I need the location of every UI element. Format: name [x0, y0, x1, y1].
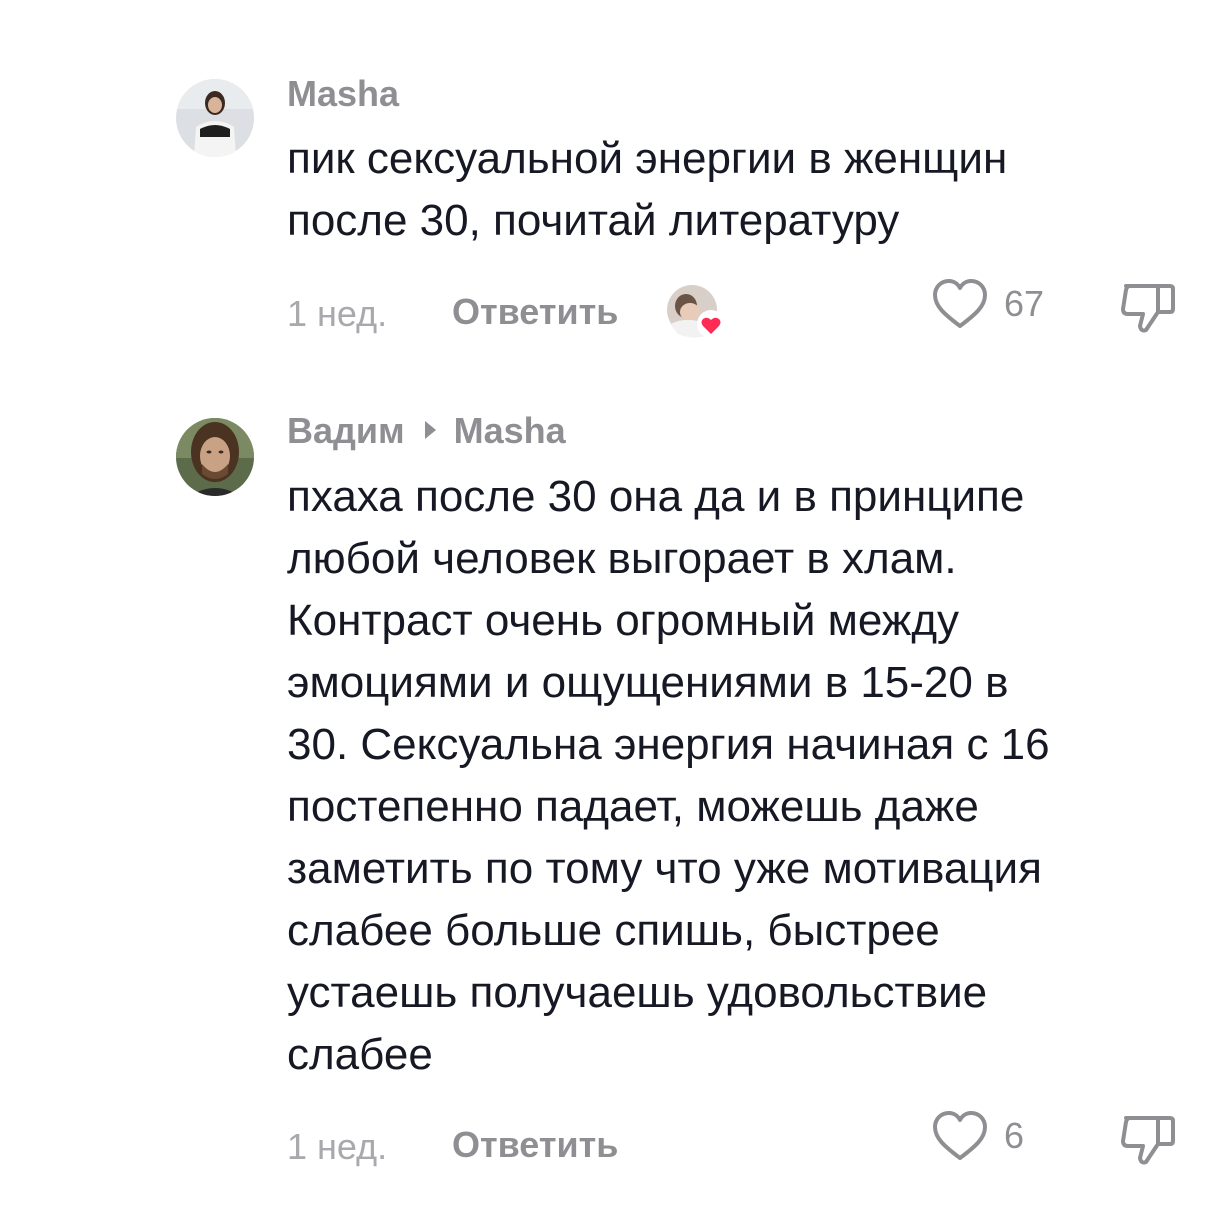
text-line: пхаха после 30 она да и в принципе — [287, 472, 1025, 521]
text-line: слабее — [287, 1030, 433, 1079]
author-name[interactable]: Masha — [287, 73, 399, 114]
text-line: Контраст очень огромный между — [287, 596, 959, 645]
dislike-icon[interactable] — [1118, 1110, 1178, 1170]
reply-to-name[interactable]: Masha — [454, 410, 566, 451]
comment-time: 1 нед. — [287, 1126, 388, 1167]
text-line: любой человек выгорает в хлам. — [287, 534, 957, 583]
comment-text: пик сексуальной энергии в женщин после 3… — [287, 128, 1177, 252]
comment-text: пхаха после 30 она да и в принципе любой… — [287, 466, 1177, 1086]
author-name[interactable]: Вадим — [287, 410, 405, 451]
dislike-button[interactable] — [1118, 278, 1178, 338]
comment-time: 1 нед. — [287, 293, 388, 334]
text-line: после 30, почитай литературу — [287, 196, 900, 245]
comment-author-row: Вадим Masha — [287, 409, 566, 453]
heart-icon[interactable] — [930, 1108, 990, 1164]
text-line: 30. Сексуальна энергия начиная с 16 — [287, 720, 1050, 769]
reply-button[interactable]: Ответить — [452, 1123, 618, 1167]
dislike-button[interactable] — [1118, 1110, 1178, 1170]
text-line: слабее больше спишь, быстрее — [287, 906, 940, 955]
text-line: эмоциями и ощущениями в 15-20 в — [287, 658, 1009, 707]
text-line: постепенно падает, можешь даже — [287, 782, 979, 831]
text-line: пик сексуальной энергии в женщин — [287, 134, 1008, 183]
avatar-masha[interactable] — [176, 79, 254, 157]
like-count: 6 — [1004, 1115, 1025, 1156]
reply-arrow-icon — [424, 421, 436, 439]
like-count: 67 — [1004, 283, 1045, 324]
text-line: заметить по тому что уже мотивация — [287, 844, 1042, 893]
avatar-vadim[interactable] — [176, 418, 254, 496]
text-line: устаешь получаешь удовольствие — [287, 968, 988, 1017]
reply-button[interactable]: Ответить — [452, 290, 618, 334]
comment-author[interactable]: Masha — [287, 72, 399, 116]
heart-icon[interactable] — [930, 276, 990, 332]
creator-liked-badge — [666, 284, 725, 338]
dislike-icon[interactable] — [1118, 278, 1178, 338]
